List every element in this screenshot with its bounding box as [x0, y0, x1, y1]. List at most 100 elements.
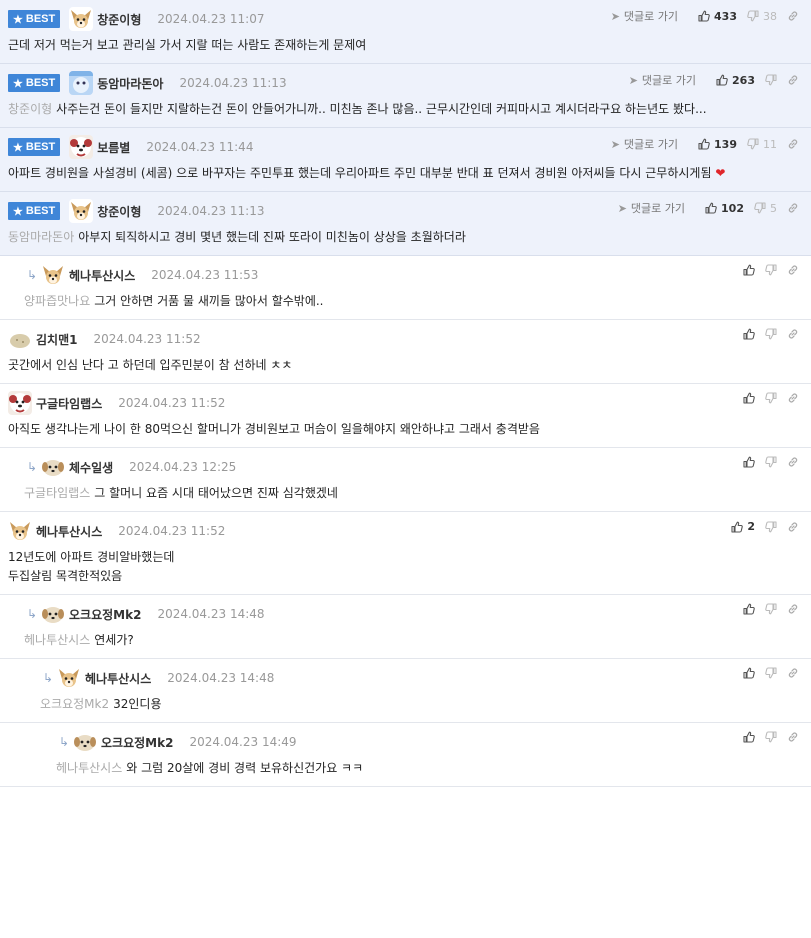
mention-link[interactable]: 헤나투산시스 [56, 761, 122, 775]
link-icon [787, 456, 799, 468]
thumbs-up-icon [698, 10, 710, 22]
like-button[interactable] [743, 264, 755, 276]
nickname[interactable]: 헤나투산시스 [85, 670, 151, 687]
avatar[interactable] [41, 455, 65, 479]
dislike-button[interactable] [765, 328, 777, 340]
dislike-button[interactable] [765, 731, 777, 743]
thumbs-up-icon [698, 138, 710, 150]
go-to-reply-link[interactable]: ➤ 댓글로 가기 [611, 136, 678, 152]
dislike-button[interactable] [765, 264, 777, 276]
like-button[interactable]: 263 [716, 74, 755, 87]
like-button[interactable] [743, 328, 755, 340]
thumbs-up-icon [731, 521, 744, 533]
copy-link-button[interactable] [787, 521, 799, 533]
copy-link-button[interactable] [787, 667, 799, 679]
mention-link[interactable]: 창준이형 [8, 102, 52, 116]
nickname[interactable]: 헤나투산시스 [69, 267, 135, 284]
nickname[interactable]: 오크요정Mk2 [69, 606, 141, 623]
nickname[interactable]: 오크요정Mk2 [101, 734, 173, 751]
dislike-button[interactable] [765, 667, 777, 679]
comment-actions [733, 392, 799, 404]
copy-link-button[interactable] [787, 456, 799, 468]
nickname[interactable]: 김치맨1 [36, 331, 77, 348]
thumbs-down-icon [765, 74, 777, 86]
copy-link-button[interactable] [787, 138, 799, 150]
mention-link[interactable]: 동암마라돈아 [8, 230, 74, 244]
like-button[interactable]: 139 [698, 138, 737, 151]
thumbs-down-icon [765, 392, 777, 404]
dislike-button[interactable]: 11 [747, 138, 777, 151]
copy-link-button[interactable] [787, 328, 799, 340]
mention-link[interactable]: 양파즙맛나요 [24, 294, 90, 308]
go-to-reply-label: 댓글로 가기 [641, 74, 697, 87]
star-icon: ★ [13, 77, 23, 90]
avatar[interactable] [41, 263, 65, 287]
copy-link-button[interactable] [787, 392, 799, 404]
copy-link-button[interactable] [787, 10, 799, 22]
star-icon: ★ [13, 205, 23, 218]
comment-actions: ➤ 댓글로 가기 433 38 [611, 8, 799, 24]
comment-actions [733, 603, 799, 615]
like-button[interactable] [743, 667, 755, 679]
comment-actions [733, 731, 799, 743]
go-to-reply-label: 댓글로 가기 [623, 138, 679, 151]
comment-header: ↳ 헤나투산시스 2024.04.23 11:53 [24, 263, 797, 287]
like-button[interactable] [743, 456, 755, 468]
copy-link-button[interactable] [787, 731, 799, 743]
copy-link-button[interactable] [787, 603, 799, 615]
avatar[interactable] [69, 7, 94, 31]
avatar[interactable] [41, 602, 65, 626]
avatar[interactable] [69, 135, 94, 159]
nickname[interactable]: 창준이형 [97, 203, 141, 220]
avatar[interactable] [8, 327, 32, 351]
best-badge-label: BEST [25, 205, 56, 217]
mention-link[interactable]: 구글타임랩스 [24, 486, 90, 500]
thumbs-down-icon [754, 202, 766, 214]
copy-link-button[interactable] [787, 202, 799, 214]
avatar[interactable] [69, 71, 94, 95]
thumbs-down-icon [765, 520, 777, 533]
comment-body: 창준이형 사주는건 돈이 들지만 지랄하는건 돈이 안들어가니까.. 미친놈 존나… [8, 100, 797, 119]
nickname[interactable]: 보름별 [97, 139, 130, 156]
dislike-button[interactable] [765, 74, 777, 86]
nickname[interactable]: 동암마라돈아 [97, 75, 163, 92]
go-to-reply-link[interactable]: ➤ 댓글로 가기 [611, 8, 678, 24]
avatar[interactable] [57, 666, 81, 690]
nickname[interactable]: 체수일생 [69, 459, 113, 476]
dislike-button[interactable] [765, 603, 777, 615]
comment-body: 곳간에서 인심 난다 고 하던데 입주민분이 참 선하네 ㅊㅊ [8, 356, 797, 375]
mention-link[interactable]: 오크요정Mk2 [40, 697, 109, 711]
like-button[interactable]: 2 [731, 520, 755, 533]
mention-link[interactable]: 헤나투산시스 [24, 633, 90, 647]
best-badge-label: BEST [25, 13, 56, 25]
comment-text: 12년도에 아파트 경비알바했는데 [8, 550, 175, 564]
dislike-button[interactable] [765, 456, 777, 468]
nickname[interactable]: 헤나투산시스 [36, 523, 102, 540]
dislike-button[interactable]: 5 [754, 202, 777, 215]
thumbs-down-icon [747, 138, 759, 150]
go-to-reply-link[interactable]: ➤ 댓글로 가기 [618, 200, 685, 216]
star-icon: ★ [13, 13, 23, 26]
like-button[interactable] [743, 392, 755, 404]
copy-link-button[interactable] [787, 74, 799, 86]
nickname[interactable]: 창준이형 [97, 11, 141, 28]
like-button[interactable] [743, 731, 755, 743]
dislike-button[interactable] [765, 520, 777, 533]
comment-date: 2024.04.23 11:52 [93, 332, 201, 346]
comment-date: 2024.04.23 11:53 [151, 268, 259, 282]
like-count: 2 [747, 520, 755, 533]
go-to-reply-link[interactable]: ➤ 댓글로 가기 [629, 72, 696, 88]
nickname[interactable]: 구글타임랩스 [36, 395, 102, 412]
comment: ↳ 체수일생 2024.04.23 12:25 구글타임랩스 그 할머니 요즘 시대 태… [0, 448, 811, 512]
like-button[interactable]: 433 [698, 10, 737, 23]
dislike-button[interactable]: 38 [747, 10, 777, 23]
like-button[interactable] [743, 603, 755, 615]
avatar[interactable] [8, 519, 32, 543]
dislike-button[interactable] [765, 392, 777, 404]
copy-link-button[interactable] [787, 264, 799, 276]
avatar[interactable] [69, 199, 94, 223]
avatar[interactable] [73, 730, 97, 754]
avatar[interactable] [8, 391, 32, 415]
like-button[interactable]: 102 [705, 202, 744, 215]
reply-arrow-icon: ↳ [26, 607, 38, 621]
